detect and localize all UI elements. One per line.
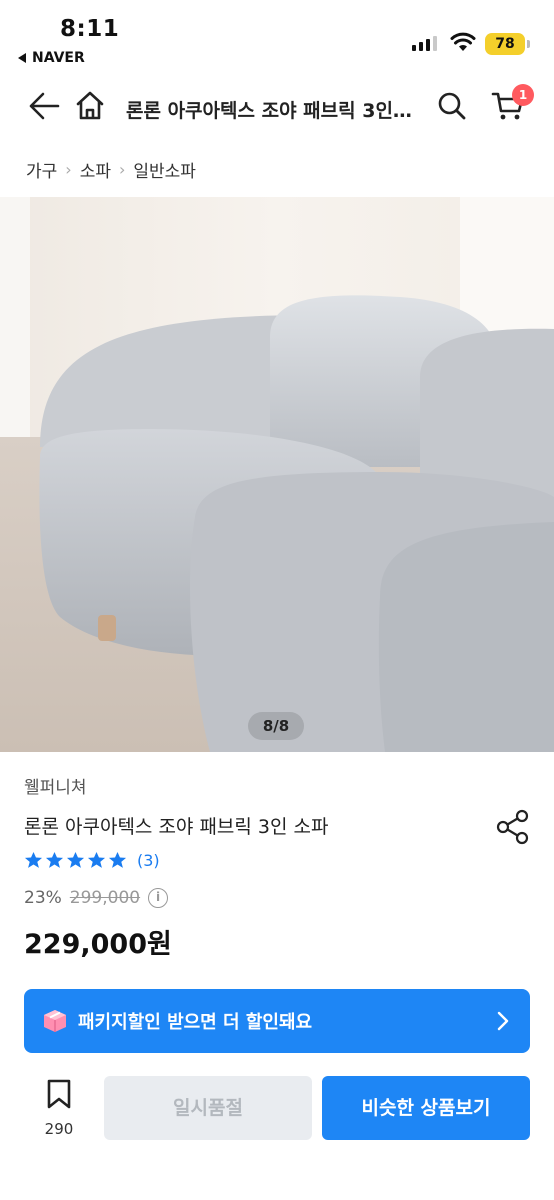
product-name: 론론 아쿠아텍스 조야 패브릭 3인 소파 [24, 816, 329, 838]
search-button[interactable] [432, 86, 472, 126]
review-count[interactable]: (3) [137, 851, 160, 870]
discount-rate: 23% [24, 888, 62, 908]
back-button[interactable] [24, 86, 64, 126]
share-icon [496, 809, 529, 845]
chevron-right-icon: › [65, 160, 72, 179]
home-button[interactable] [70, 86, 110, 126]
wifi-icon [450, 32, 476, 51]
bottom-action-bar: 290 일시품절 비슷한 상품보기 [0, 1064, 554, 1200]
share-button[interactable] [492, 806, 534, 848]
similar-products-button[interactable]: 비슷한 상품보기 [322, 1076, 530, 1140]
chevron-right-icon: › [118, 160, 126, 179]
package-discount-banner[interactable]: 패키지할인 받으면 더 할인돼요 [24, 989, 530, 1053]
search-icon [438, 92, 466, 120]
back-triangle-icon [18, 53, 26, 63]
favorite-button[interactable]: 290 [34, 1078, 84, 1138]
back-app-label: NAVER [32, 50, 85, 66]
original-price: 299,000 [69, 888, 141, 908]
breadcrumb-item-furniture[interactable]: 가구 [26, 157, 57, 182]
breadcrumb: 가구 › 소파 › 일반소파 [26, 157, 196, 182]
gift-box-icon [44, 1010, 66, 1032]
soldout-button[interactable]: 일시품절 [104, 1076, 312, 1140]
battery-indicator: 78 [485, 33, 530, 55]
star-icon [24, 851, 43, 868]
back-to-app-link[interactable]: NAVER [18, 50, 85, 66]
arrow-left-icon [29, 92, 60, 120]
price-row: 23% 299,000 i [24, 888, 169, 908]
cart-button[interactable]: 1 [488, 84, 534, 126]
chevron-right-icon [497, 1011, 509, 1031]
info-icon[interactable]: i [148, 888, 169, 908]
clock: 8:11 [60, 16, 120, 42]
top-nav: 론론 아쿠아텍스 조야 패브릭 3인 소파 1 [0, 78, 554, 138]
star-icon [108, 851, 127, 868]
cellular-signal-icon [412, 35, 437, 51]
sale-price: 229,000원 [24, 929, 172, 960]
home-icon [76, 91, 104, 120]
brand-name[interactable]: 웰퍼니쳐 [24, 773, 87, 798]
banner-text: 패키지할인 받으면 더 할인돼요 [78, 1012, 313, 1033]
favorite-count: 290 [44, 1120, 74, 1138]
star-icon [45, 851, 64, 868]
breadcrumb-item-sofa[interactable]: 소파 [80, 157, 111, 182]
status-bar: 8:11 NAVER 78 [0, 0, 554, 76]
star-icon [87, 851, 106, 868]
sofa-photo [0, 197, 554, 752]
star-rating[interactable]: (3) [24, 851, 160, 870]
image-counter: 8/8 [248, 712, 304, 740]
star-icon [66, 851, 85, 868]
bookmark-icon [47, 1079, 71, 1109]
cart-count-badge: 1 [512, 84, 534, 106]
product-image-gallery[interactable] [0, 197, 554, 752]
breadcrumb-item-general-sofa[interactable]: 일반소파 [133, 157, 196, 182]
page-title: 론론 아쿠아텍스 조야 패브릭 3인 소파 [126, 100, 418, 122]
